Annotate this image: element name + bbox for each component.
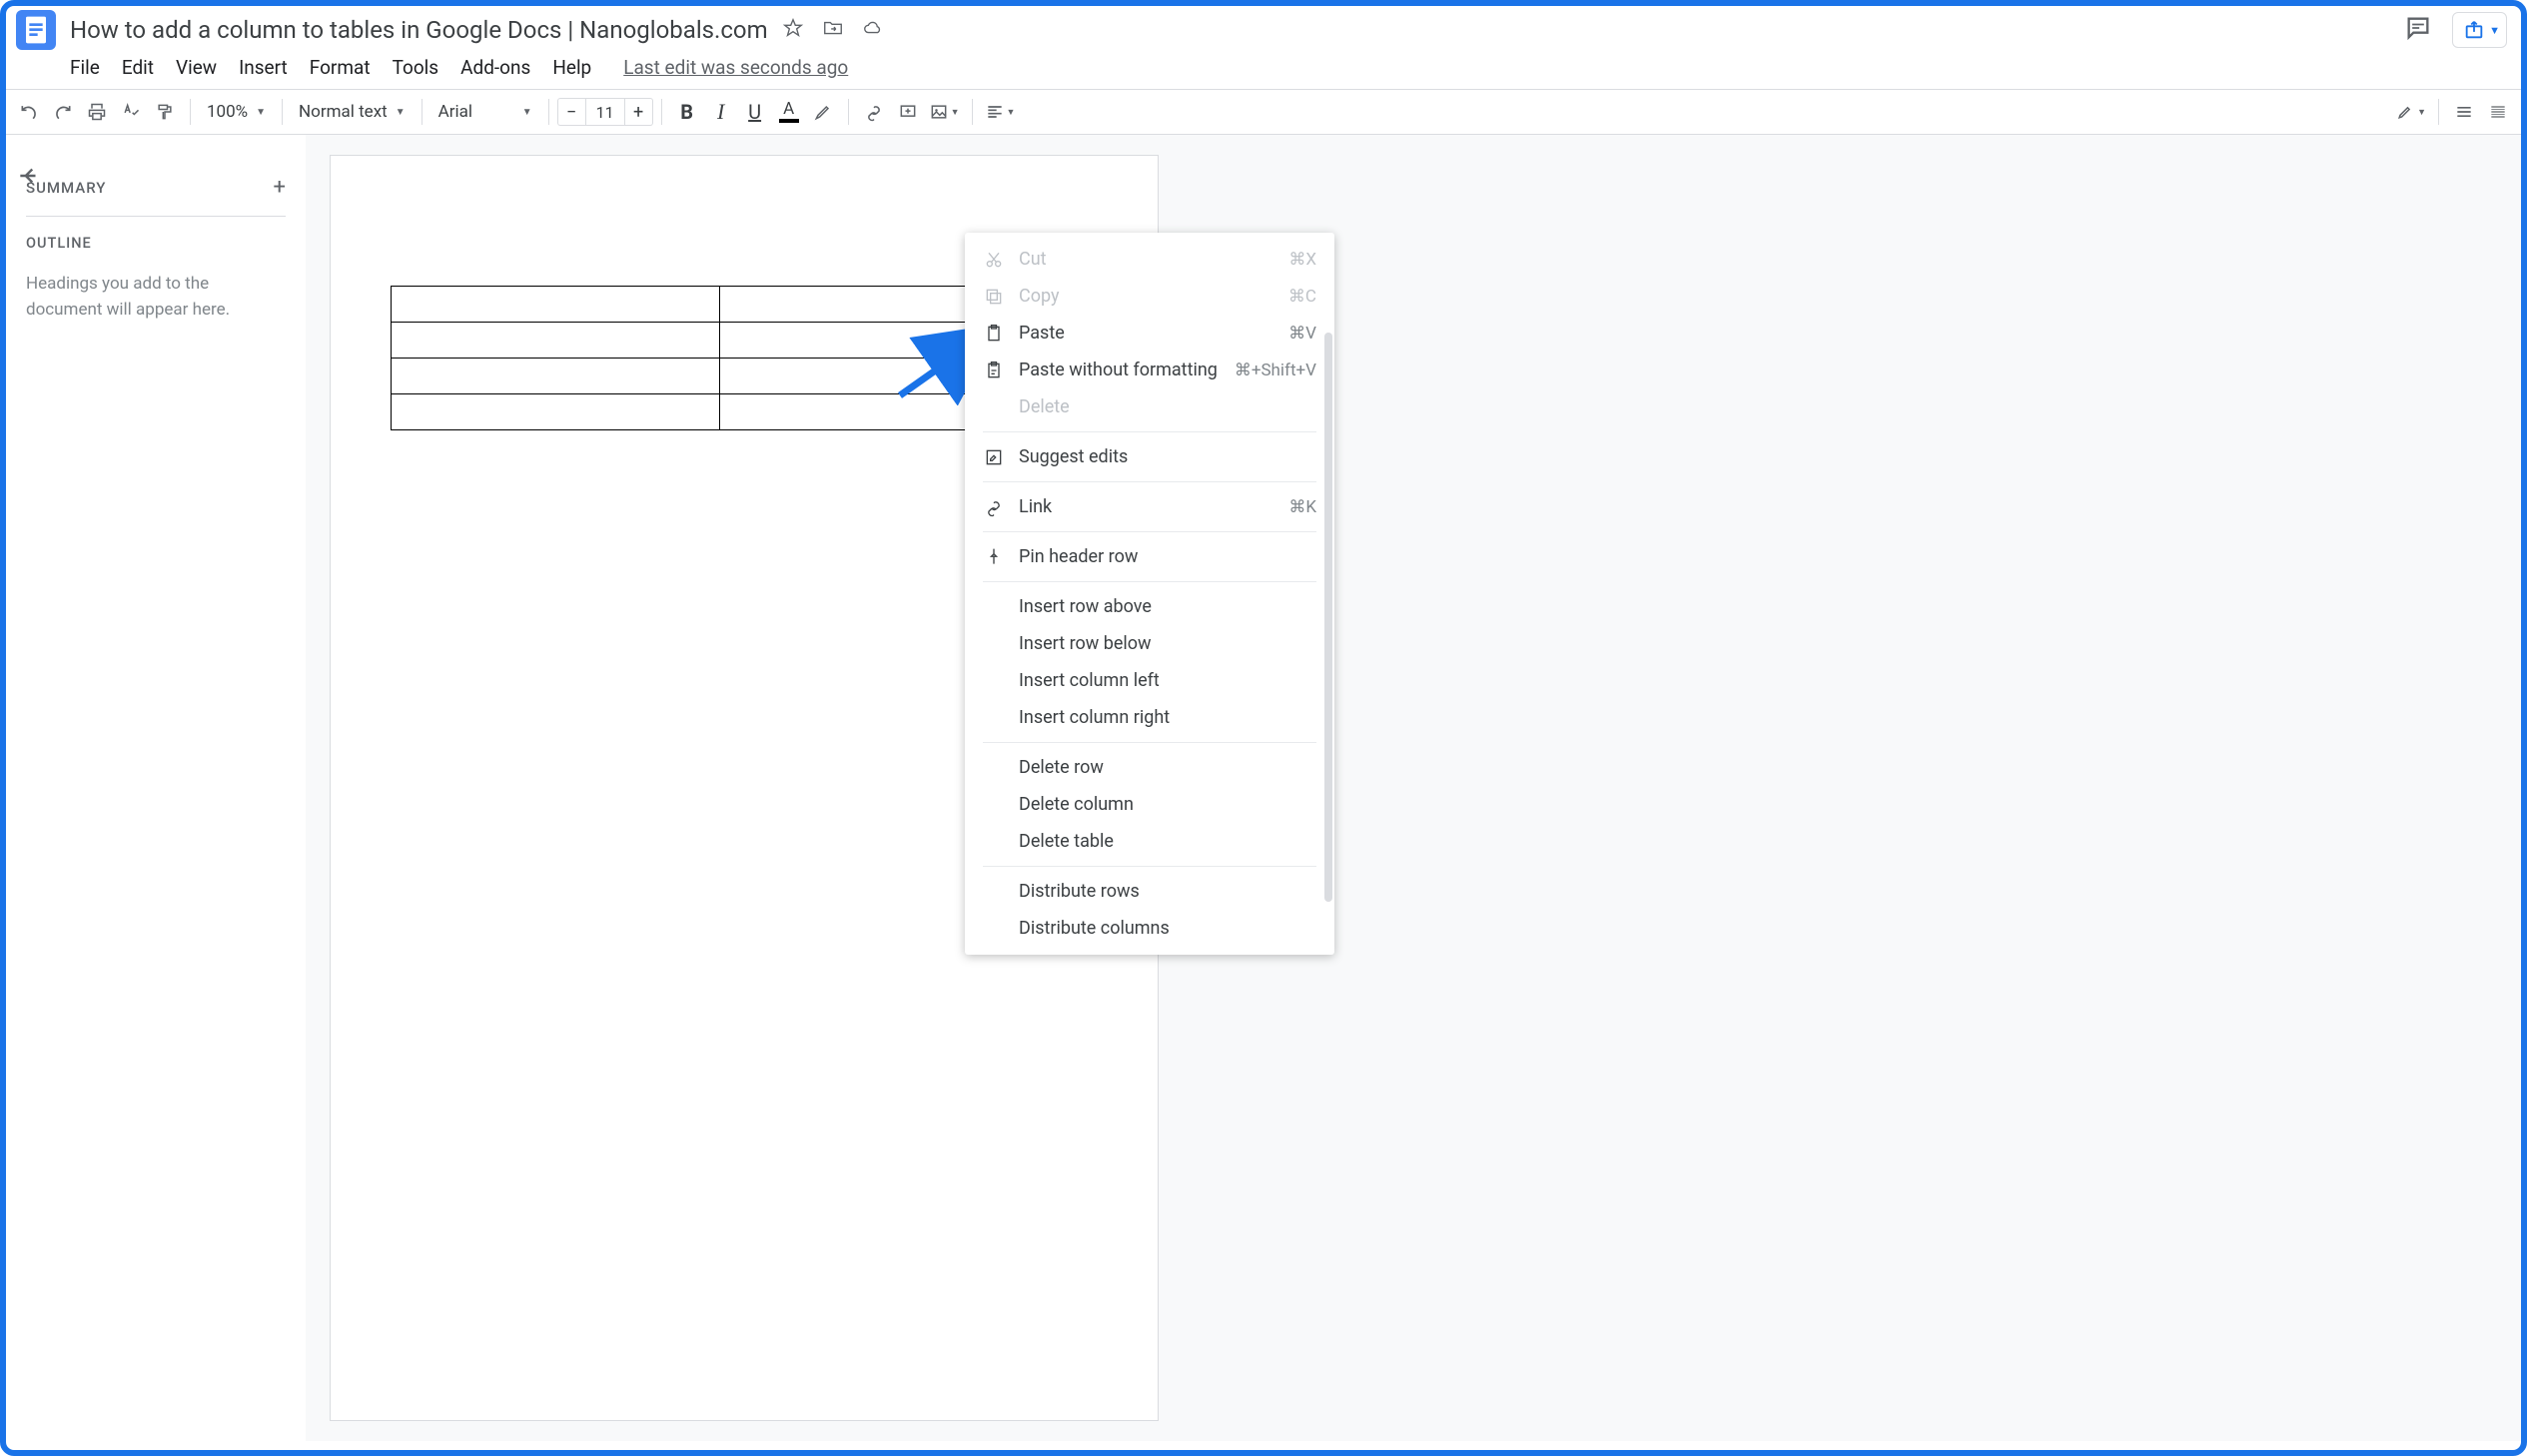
docs-logo-icon[interactable] (16, 10, 56, 50)
context-menu: Cut ⌘X Copy ⌘C Paste ⌘V Paste without fo… (965, 233, 1334, 955)
context-pin-header[interactable]: Pin header row (965, 538, 1334, 575)
italic-button[interactable]: I (704, 94, 738, 130)
menubar: File Edit View Insert Format Tools Add-o… (6, 50, 2521, 90)
underline-button[interactable]: U (738, 94, 772, 130)
align-button[interactable]: ▼ (981, 94, 1020, 130)
style-select[interactable]: Normal text▼ (291, 102, 414, 122)
cloud-status-icon[interactable] (862, 17, 884, 43)
workspace: SUMMARY + OUTLINE Headings you add to th… (6, 135, 2521, 1441)
header-bar: How to add a column to tables in Google … (6, 6, 2521, 50)
menu-insert[interactable]: Insert (239, 56, 288, 79)
share-button[interactable]: ▼ (2452, 12, 2507, 48)
outline-sidebar: SUMMARY + OUTLINE Headings you add to th… (6, 135, 306, 1441)
paste-plain-icon (983, 361, 1005, 380)
insert-comment-button[interactable] (891, 94, 925, 130)
context-delete-table[interactable]: Delete table (965, 823, 1334, 860)
context-delete-row[interactable]: Delete row (965, 749, 1334, 786)
font-size-input[interactable]: 11 (585, 98, 625, 126)
menu-file[interactable]: File (70, 56, 100, 79)
highlight-button[interactable] (806, 94, 840, 130)
context-copy: Copy ⌘C (965, 278, 1334, 315)
move-folder-icon[interactable] (822, 17, 844, 43)
context-insert-col-right[interactable]: Insert column right (965, 699, 1334, 736)
context-distribute-cols[interactable]: Distribute columns (965, 910, 1334, 947)
context-insert-row-below[interactable]: Insert row below (965, 625, 1334, 662)
open-comments-icon[interactable] (2404, 14, 2432, 46)
suggest-icon (983, 447, 1005, 467)
hide-menus-button[interactable] (2481, 94, 2515, 130)
insert-image-button[interactable]: ▼ (925, 94, 964, 130)
undo-button[interactable] (12, 94, 46, 130)
cut-icon (983, 250, 1005, 270)
menu-format[interactable]: Format (310, 56, 371, 79)
menu-view[interactable]: View (176, 56, 217, 79)
bold-button[interactable]: B (670, 94, 704, 130)
pin-icon (983, 547, 1005, 567)
font-select[interactable]: Arial▼ (430, 102, 540, 122)
context-link[interactable]: Link ⌘K (965, 488, 1334, 525)
paint-format-button[interactable] (148, 94, 182, 130)
toolbar: 100%▼ Normal text▼ Arial▼ − 11 + B I U A… (6, 90, 2521, 135)
outline-heading: OUTLINE (26, 235, 286, 252)
context-cut: Cut ⌘X (965, 241, 1334, 278)
context-distribute-rows[interactable]: Distribute rows (965, 873, 1334, 910)
link-icon (983, 497, 1005, 517)
collapse-outline-button[interactable] (16, 163, 42, 193)
context-delete: Delete (965, 388, 1334, 425)
context-paste-plain[interactable]: Paste without formatting ⌘+Shift+V (965, 352, 1334, 388)
spellcheck-button[interactable] (114, 94, 148, 130)
print-button[interactable] (80, 94, 114, 130)
menu-help[interactable]: Help (552, 56, 591, 79)
paste-icon (983, 324, 1005, 344)
font-size-decrease[interactable]: − (557, 98, 585, 126)
menu-edit[interactable]: Edit (122, 56, 154, 79)
document-title[interactable]: How to add a column to tables in Google … (70, 16, 768, 44)
add-summary-button[interactable]: + (274, 175, 286, 200)
star-icon[interactable] (782, 17, 804, 43)
text-color-button[interactable]: A (772, 94, 806, 130)
last-edit-link[interactable]: Last edit was seconds ago (623, 56, 848, 79)
menu-tools[interactable]: Tools (393, 56, 439, 79)
context-delete-column[interactable]: Delete column (965, 786, 1334, 823)
document-canvas[interactable] (306, 135, 2521, 1441)
insert-link-button[interactable] (857, 94, 891, 130)
font-size-increase[interactable]: + (625, 98, 653, 126)
highlight-color-button[interactable]: ▼ (2391, 94, 2430, 130)
editing-mode-button[interactable] (2447, 94, 2481, 130)
redo-button[interactable] (46, 94, 80, 130)
context-menu-scrollbar[interactable] (1324, 333, 1332, 902)
context-insert-col-left[interactable]: Insert column left (965, 662, 1334, 699)
outline-empty-hint: Headings you add to the document will ap… (26, 272, 286, 323)
context-insert-row-above[interactable]: Insert row above (965, 588, 1334, 625)
context-suggest-edits[interactable]: Suggest edits (965, 438, 1334, 475)
copy-icon (983, 287, 1005, 307)
zoom-select[interactable]: 100%▼ (199, 102, 274, 122)
context-paste[interactable]: Paste ⌘V (965, 315, 1334, 352)
menu-addons[interactable]: Add-ons (460, 56, 530, 79)
